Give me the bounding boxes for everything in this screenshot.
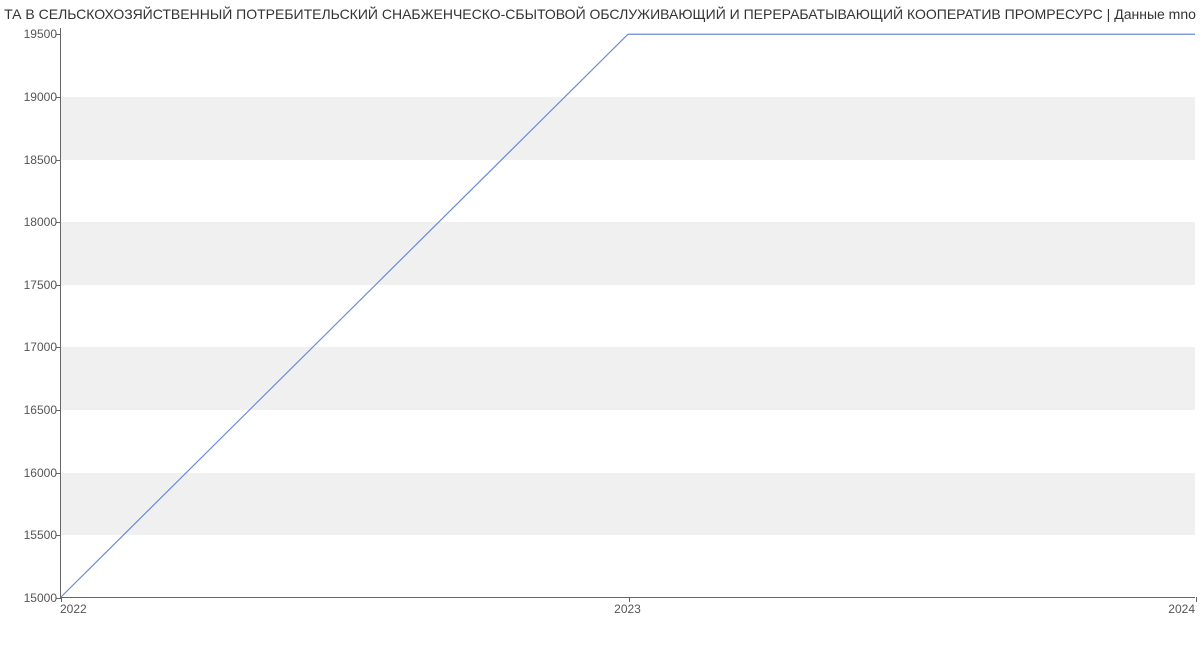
chart-container: ТА В СЕЛЬСКОХОЗЯЙСТВЕННЫЙ ПОТРЕБИТЕЛЬСКИ…	[0, 0, 1200, 650]
y-tick-label: 18000	[24, 215, 57, 229]
y-tick-label: 19000	[24, 90, 57, 104]
y-tick-label: 15000	[24, 591, 57, 605]
y-tick-label: 17500	[24, 278, 57, 292]
x-tick-label: 2023	[614, 602, 641, 616]
x-tick-mark	[1196, 597, 1197, 602]
y-tick-label: 18500	[24, 153, 57, 167]
plot-area	[60, 28, 1195, 598]
y-tick-label: 16500	[24, 403, 57, 417]
chart-title: ТА В СЕЛЬСКОХОЗЯЙСТВЕННЫЙ ПОТРЕБИТЕЛЬСКИ…	[0, 6, 1200, 22]
y-tick-label: 19500	[24, 27, 57, 41]
y-tick-label: 15500	[24, 528, 57, 542]
y-tick-label: 16000	[24, 466, 57, 480]
x-tick-label: 2022	[60, 602, 87, 616]
y-tick-label: 17000	[24, 340, 57, 354]
line-series	[61, 28, 1195, 597]
x-tick-label: 2024	[1168, 602, 1195, 616]
